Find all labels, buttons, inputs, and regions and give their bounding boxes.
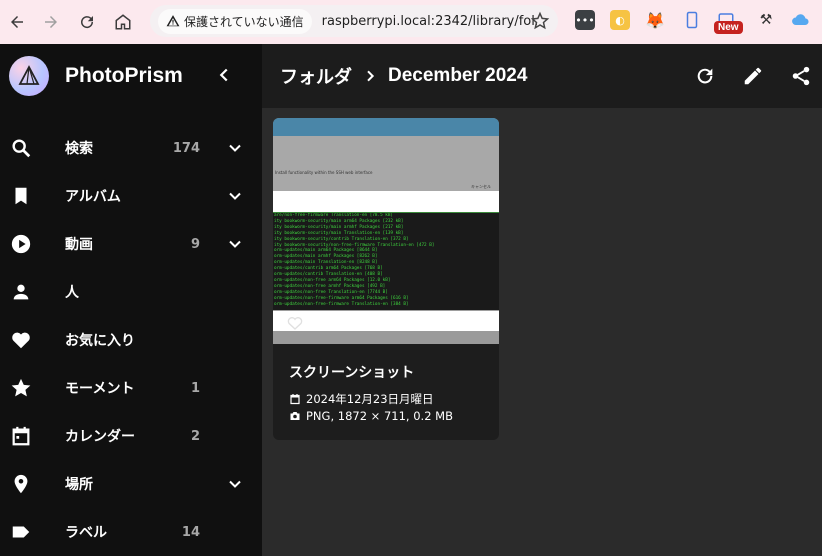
sidebar-item-count: 9: [190, 236, 200, 252]
photoprism-logo-icon[interactable]: [9, 56, 49, 96]
security-chip[interactable]: 保護されていない通信: [158, 8, 312, 34]
sidebar-item-label: 場所: [65, 477, 93, 493]
sidebar-item-label: 検索: [65, 141, 93, 157]
bookmark-star-icon[interactable]: [530, 11, 550, 31]
security-label: 保護されていない通信: [184, 14, 304, 29]
thumb-cancel-text: キャンセル: [471, 184, 491, 189]
sidebar-item-label: 人: [65, 285, 79, 301]
browser-toolbar: 保護されていない通信 raspberrypi.local:2342/librar…: [0, 0, 822, 44]
chevron-down-icon[interactable]: [225, 186, 245, 206]
bookmark-icon: [15, 187, 27, 205]
sidebar-item-calendar[interactable]: カレンダー 2: [0, 412, 262, 460]
page-title: December 2024: [388, 65, 528, 86]
collapse-sidebar-icon[interactable]: [213, 64, 235, 86]
share-icon[interactable]: [790, 65, 812, 87]
warning-icon: [166, 15, 180, 27]
extension-dots-icon[interactable]: •••: [575, 10, 595, 30]
sidebar-item-search[interactable]: 検索 174: [0, 124, 262, 172]
sidebar-item-label: お気に入り: [65, 333, 135, 349]
search-icon: [12, 139, 31, 158]
breadcrumb-parent[interactable]: フォルダ: [280, 63, 352, 89]
extension-cloud-icon[interactable]: [790, 10, 810, 30]
sidebar-item-count: 1: [190, 380, 200, 396]
chevron-down-icon[interactable]: [225, 234, 245, 254]
extension-fox-icon[interactable]: 🦊: [645, 10, 665, 30]
new-badge: New: [714, 21, 743, 34]
photo-thumbnail[interactable]: Install functionality within the SSH web…: [273, 118, 499, 344]
photo-card[interactable]: Install functionality within the SSH web…: [273, 118, 499, 440]
sidebar-nav: 検索 174 アルバム 動画 9 人 お気に入り モーメント 1 カレンダー 2…: [0, 124, 262, 556]
sidebar-item-videos[interactable]: 動画 9: [0, 220, 262, 268]
camera-icon: [290, 412, 300, 420]
sidebar-item-places[interactable]: 場所: [0, 460, 262, 508]
sidebar-item-label: 動画: [65, 237, 93, 253]
play-circle-icon: [11, 234, 31, 254]
chevron-right-icon: [367, 70, 375, 82]
extension-bulb-icon[interactable]: ◐: [610, 10, 630, 30]
forward-button[interactable]: [34, 5, 68, 39]
photo-date-text: 2024年12月23日月曜日: [306, 392, 434, 406]
thumb-dialog: Install functionality within the SSH web…: [273, 136, 499, 191]
sidebar-item-count: 2: [190, 428, 200, 444]
edit-icon[interactable]: [742, 65, 764, 87]
sidebar-item-label: モーメント: [65, 381, 135, 397]
sidebar-item-label: アルバム: [65, 189, 121, 205]
photo-title[interactable]: スクリーンショット: [289, 362, 414, 382]
chevron-down-icon[interactable]: [225, 474, 245, 494]
thumb-white-band: [273, 191, 499, 213]
photo-date[interactable]: 2024年12月23日月曜日: [289, 391, 434, 407]
sidebar-item-label: カレンダー: [65, 429, 135, 445]
extension-tools-icon[interactable]: ⚒: [756, 10, 776, 30]
arrow-right-icon: [45, 16, 57, 28]
heart-icon: [12, 332, 30, 349]
extension-phone-icon[interactable]: [682, 10, 702, 30]
chevron-down-icon[interactable]: [225, 138, 245, 158]
page-toolbar: フォルダ December 2024: [262, 44, 822, 108]
calendar-icon: [12, 426, 30, 446]
url-text[interactable]: raspberrypi.local:2342/library/fol...: [322, 14, 537, 29]
sidebar-item-label: ラベル: [65, 525, 107, 541]
thumb-white-band: [273, 311, 499, 331]
thumb-terminal: are/non-free-firmware Translation-en [78…: [273, 213, 499, 310]
app-name: PhotoPrism: [65, 64, 183, 87]
star-icon: [11, 378, 31, 397]
calendar-icon: [290, 394, 300, 405]
arrow-left-icon: [11, 16, 23, 28]
sidebar-item-favorites[interactable]: お気に入り: [0, 316, 262, 364]
brand: PhotoPrism: [0, 44, 262, 108]
home-button[interactable]: [106, 5, 140, 39]
thumb-bottom: [273, 331, 499, 344]
favorite-heart-icon[interactable]: [285, 314, 305, 332]
terminal-line: orm-updates/non-free-firmware Translatio…: [274, 301, 409, 307]
sidebar-item-labels[interactable]: ラベル 14: [0, 508, 262, 556]
reload-button[interactable]: [70, 5, 104, 39]
home-icon: [115, 14, 131, 30]
label-icon: [12, 526, 30, 538]
address-bar[interactable]: 保護されていない通信 raspberrypi.local:2342/librar…: [150, 5, 558, 37]
back-button[interactable]: [0, 5, 34, 39]
person-icon: [13, 284, 29, 300]
sidebar-item-albums[interactable]: アルバム: [0, 172, 262, 220]
sidebar: PhotoPrism 検索 174 アルバム 動画 9 人 お気に入り モーメン…: [0, 44, 262, 556]
reload-icon: [81, 16, 94, 29]
refresh-icon[interactable]: [694, 65, 716, 87]
photo-info[interactable]: PNG, 1872 × 711, 0.2 MB: [289, 409, 453, 423]
thumb-small-text: Install functionality within the SSH web…: [275, 170, 373, 175]
sidebar-item-moments[interactable]: モーメント 1: [0, 364, 262, 412]
thumb-header: [273, 118, 499, 136]
photo-info-text: PNG, 1872 × 711, 0.2 MB: [306, 409, 453, 423]
place-icon: [14, 474, 28, 494]
sidebar-item-people[interactable]: 人: [0, 268, 262, 316]
sidebar-item-count: 14: [181, 524, 200, 540]
sidebar-item-count: 174: [172, 140, 200, 156]
